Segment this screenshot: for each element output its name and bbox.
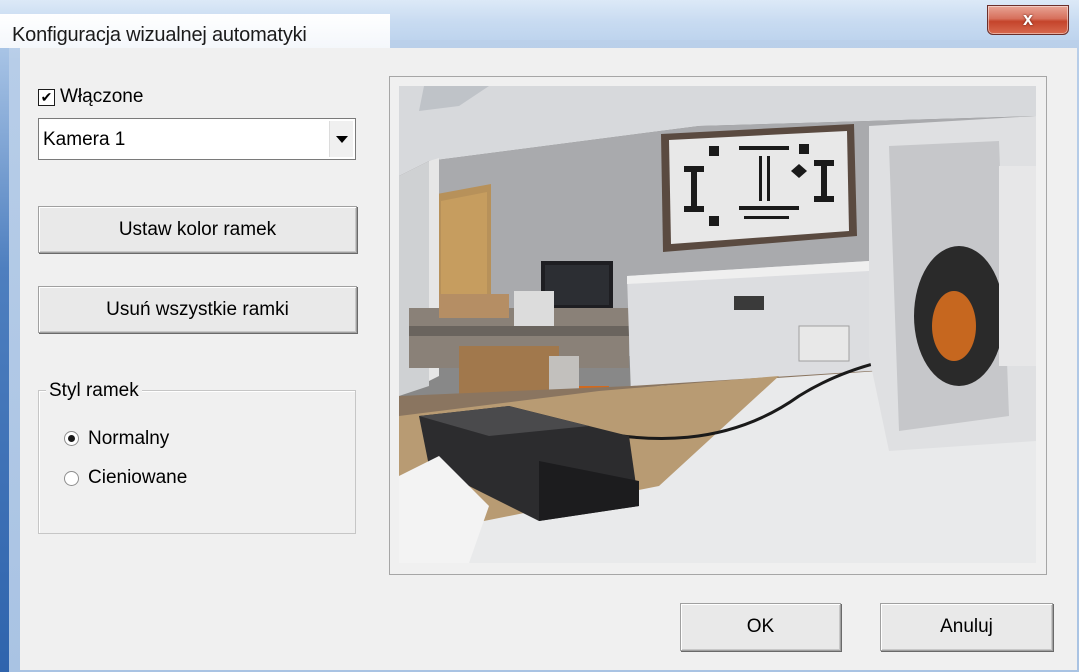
remove-all-frames-label: Usuń wszystkie ramki [106, 299, 289, 320]
frame-style-group [38, 390, 356, 534]
cancel-label: Anuluj [940, 616, 993, 637]
checkmark-icon: ✔ [40, 89, 53, 105]
remove-all-frames-button[interactable]: Usuń wszystkie ramki [38, 286, 357, 333]
radio-normal-label[interactable]: Normalny [88, 428, 169, 450]
camera-select-dropdown-button[interactable] [329, 121, 353, 157]
enabled-checkbox-label[interactable]: Włączone [60, 86, 143, 108]
ok-label: OK [746, 616, 775, 637]
cancel-button[interactable]: Anuluj [880, 603, 1053, 651]
camera-select-value: Kamera 1 [43, 129, 126, 150]
window-title: Konfiguracja wizualnej automatyki [12, 24, 307, 46]
set-frame-color-button[interactable]: Ustaw kolor ramek [38, 206, 357, 253]
frame-style-group-title: Styl ramek [46, 380, 142, 402]
radio-shaded-label[interactable]: Cieniowane [88, 467, 187, 489]
radio-normal[interactable] [64, 431, 79, 446]
close-icon: x [1022, 9, 1033, 29]
close-button[interactable]: x [987, 5, 1069, 35]
camera-preview-image [399, 86, 1036, 563]
window-frame-left-edge [0, 0, 9, 672]
camera-select[interactable]: Kamera 1 [38, 118, 356, 160]
radio-selected-dot [68, 435, 75, 442]
set-frame-color-label: Ustaw kolor ramek [118, 219, 277, 240]
ok-button[interactable]: OK [680, 603, 841, 651]
enabled-checkbox[interactable]: ✔ [38, 89, 55, 106]
radio-shaded[interactable] [64, 471, 79, 486]
chevron-down-icon [336, 136, 348, 143]
